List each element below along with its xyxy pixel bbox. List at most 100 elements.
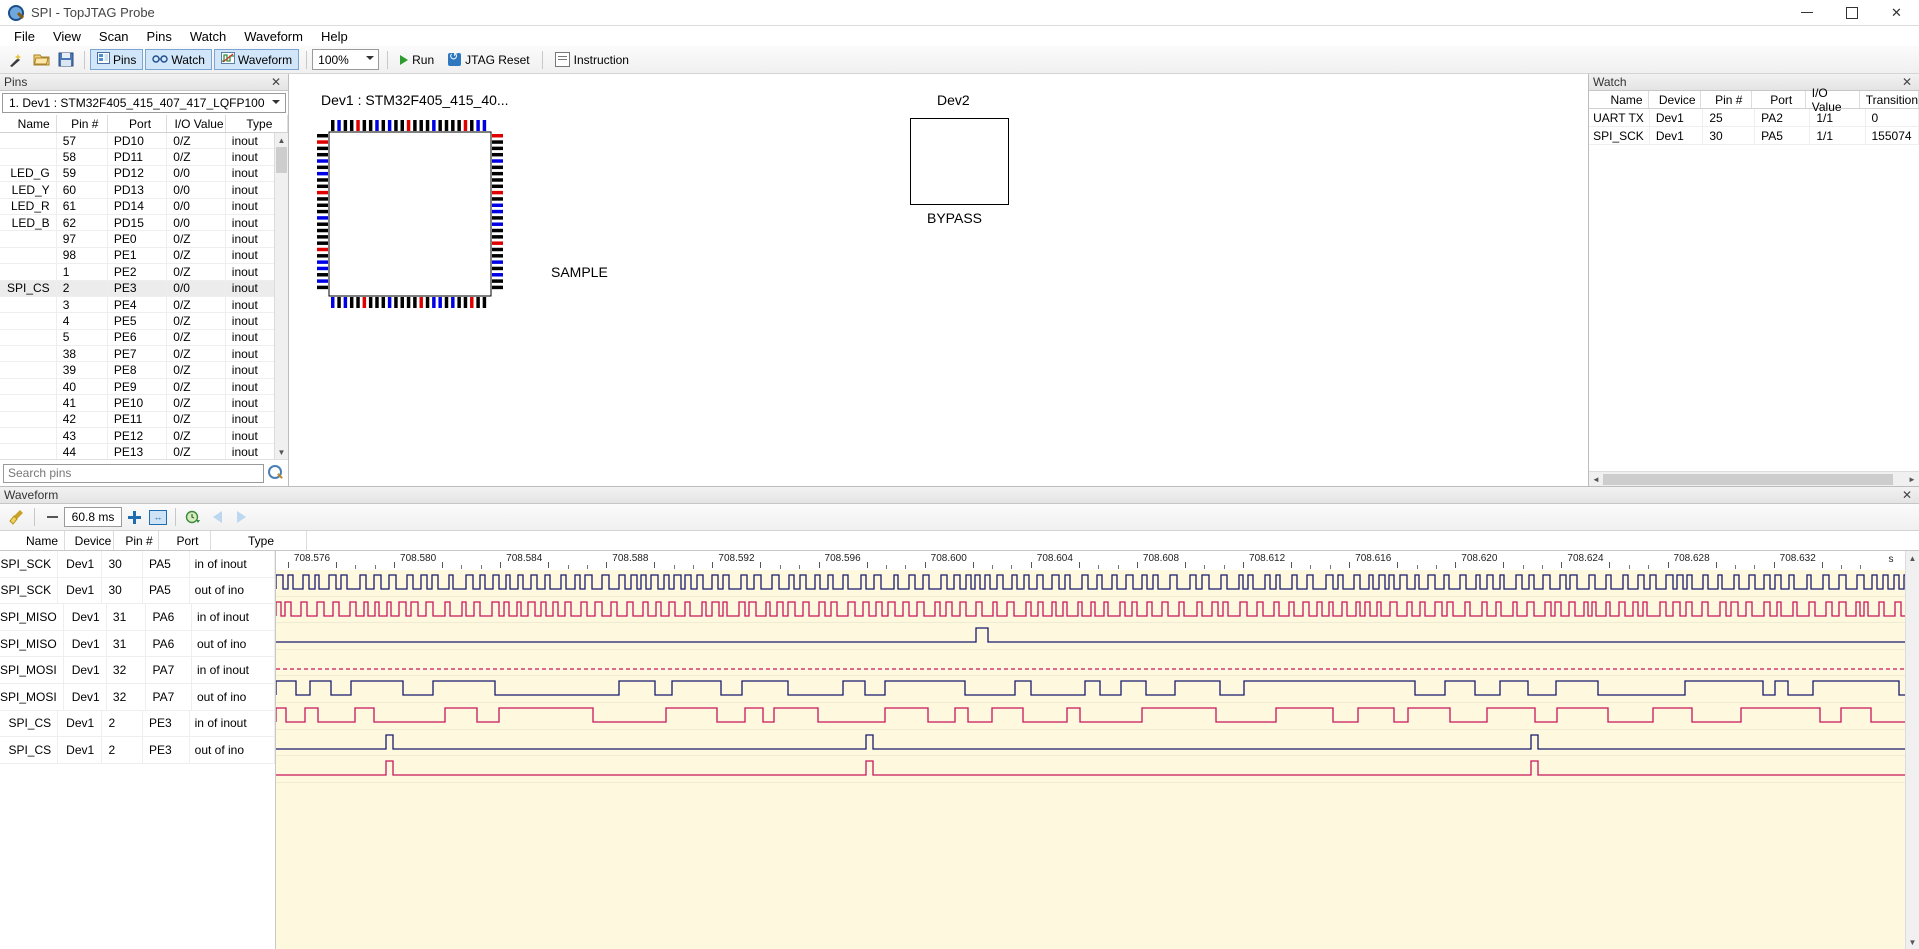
waveform-close-icon[interactable]: ✕ xyxy=(1899,488,1915,502)
table-row[interactable]: 38PE70/Zinout xyxy=(0,346,288,362)
search-input[interactable]: Search pins xyxy=(3,464,264,483)
menu-view[interactable]: View xyxy=(44,27,90,46)
watch-col-name[interactable]: Name xyxy=(1589,91,1649,108)
wave-col-type[interactable]: Type xyxy=(211,531,307,550)
watch-scroll-track[interactable] xyxy=(1603,473,1905,486)
scroll-up-icon[interactable]: ▲ xyxy=(275,133,288,147)
maximize-button[interactable] xyxy=(1829,0,1874,25)
device-canvas[interactable]: Dev1 : STM32F405_415_40... SAMPLE Dev2 B… xyxy=(289,74,1589,486)
table-row[interactable]: 41PE100/Zinout xyxy=(0,395,288,411)
signal-row[interactable] xyxy=(276,676,1905,703)
table-row[interactable]: 39PE80/Zinout xyxy=(0,362,288,378)
table-row[interactable]: LED_Y60PD130/0inout xyxy=(0,182,288,198)
jtag-reset-button[interactable]: JTAG Reset xyxy=(441,50,536,70)
pins-vertical-scrollbar[interactable]: ▲ ▼ xyxy=(274,133,288,459)
table-row[interactable]: SPI_CS2PE30/0inout xyxy=(0,281,288,297)
table-row[interactable]: LED_B62PD150/0inout xyxy=(0,215,288,231)
fit-width-button[interactable]: ↔ xyxy=(146,506,170,528)
pins-col-type[interactable]: Type xyxy=(226,115,288,132)
signal-row[interactable] xyxy=(276,730,1905,757)
scroll-right-icon[interactable]: ► xyxy=(1905,473,1919,486)
time-ruler[interactable]: 708.576708.580708.584708.588708.592708.5… xyxy=(276,551,1905,571)
scroll-down-icon[interactable]: ▼ xyxy=(1906,935,1919,949)
menu-pins[interactable]: Pins xyxy=(138,27,181,46)
menu-watch[interactable]: Watch xyxy=(181,27,235,46)
scroll-thumb[interactable] xyxy=(1603,474,1893,485)
pins-col-io[interactable]: I/O Value xyxy=(167,115,226,132)
table-row[interactable]: 42PE110/Zinout xyxy=(0,412,288,428)
pins-col-port[interactable]: Port xyxy=(108,115,167,132)
scroll-down-icon[interactable]: ▼ xyxy=(275,445,288,459)
watch-col-device[interactable]: Device xyxy=(1649,91,1701,108)
broom-icon[interactable] xyxy=(5,506,29,528)
table-row[interactable]: LED_R61PD140/0inout xyxy=(0,199,288,215)
signal-row[interactable] xyxy=(276,650,1905,677)
pins-col-name[interactable]: Name xyxy=(0,115,57,132)
search-icon[interactable] xyxy=(266,464,285,483)
watch-col-io[interactable]: I/O Value xyxy=(1806,91,1860,108)
scroll-thumb[interactable] xyxy=(276,147,287,173)
watch-col-transition[interactable]: Transition xyxy=(1860,91,1919,108)
table-row[interactable]: SPI_SCKDev130PA5out of ino xyxy=(0,578,275,605)
scroll-left-icon[interactable]: ◄ xyxy=(1589,473,1603,486)
wave-col-port[interactable]: Port xyxy=(159,531,211,550)
table-row[interactable]: 3PE40/Zinout xyxy=(0,297,288,313)
save-icon[interactable] xyxy=(54,48,78,71)
table-row[interactable]: 97PE00/Zinout xyxy=(0,231,288,247)
watch-horizontal-scrollbar[interactable]: ◄ ► xyxy=(1589,471,1919,486)
menu-help[interactable]: Help xyxy=(312,27,357,46)
instruction-button[interactable]: Instruction xyxy=(548,50,636,70)
table-row[interactable]: LED_G59PD120/0inout xyxy=(0,166,288,182)
run-button[interactable]: Run xyxy=(393,50,441,70)
table-row[interactable]: SPI_CSDev12PE3in of inout xyxy=(0,711,275,738)
wave-col-device[interactable]: Device xyxy=(65,531,114,550)
signal-row[interactable] xyxy=(276,570,1905,597)
watch-close-icon[interactable]: ✕ xyxy=(1899,75,1915,89)
menu-file[interactable]: File xyxy=(5,27,44,46)
waveform-plot[interactable]: 708.576708.580708.584708.588708.592708.5… xyxy=(276,551,1905,949)
table-row[interactable]: SPI_SCKDev130PA51/1155074 xyxy=(1589,127,1919,145)
table-row[interactable]: SPI_MOSIDev132PA7in of inout xyxy=(0,657,275,684)
table-row[interactable]: UART TXDev125PA21/10 xyxy=(1589,109,1919,127)
pins-close-icon[interactable]: ✕ xyxy=(268,75,284,89)
next-transition-button[interactable] xyxy=(229,506,253,528)
timespan-field[interactable]: 60.8 ms xyxy=(64,507,122,527)
watch-col-pin[interactable]: Pin # xyxy=(1701,91,1752,108)
wave-col-pin[interactable]: Pin # xyxy=(114,531,159,550)
menu-scan[interactable]: Scan xyxy=(90,27,138,46)
table-row[interactable]: 43PE120/Zinout xyxy=(0,428,288,444)
close-button[interactable]: ✕ xyxy=(1874,0,1919,25)
zoom-out-button[interactable] xyxy=(40,506,64,528)
watch-col-port[interactable]: Port xyxy=(1752,91,1806,108)
minimize-button[interactable] xyxy=(1784,0,1829,25)
table-row[interactable]: SPI_MISODev131PA6in of inout xyxy=(0,604,275,631)
signal-row[interactable] xyxy=(276,597,1905,624)
table-row[interactable]: 57PD100/Zinout xyxy=(0,133,288,149)
table-row[interactable]: 4PE50/Zinout xyxy=(0,313,288,329)
table-row[interactable]: SPI_CSDev12PE3out of ino xyxy=(0,737,275,764)
signal-area[interactable] xyxy=(276,570,1905,949)
table-row[interactable]: 1PE20/Zinout xyxy=(0,264,288,280)
watch-toggle[interactable]: Watch xyxy=(145,49,212,70)
menu-waveform[interactable]: Waveform xyxy=(235,27,312,46)
trigger-button[interactable] xyxy=(181,506,205,528)
pins-col-pin[interactable]: Pin # xyxy=(57,115,108,132)
waveform-toggle[interactable]: Waveform xyxy=(214,49,299,70)
table-row[interactable]: SPI_SCKDev130PA5in of inout xyxy=(0,551,275,578)
waveform-vertical-scrollbar[interactable]: ▲ ▼ xyxy=(1905,551,1919,949)
table-row[interactable]: 98PE10/Zinout xyxy=(0,248,288,264)
signal-row[interactable] xyxy=(276,756,1905,783)
dev2-chip[interactable] xyxy=(910,118,1009,205)
table-row[interactable]: SPI_MISODev131PA6out of ino xyxy=(0,631,275,658)
table-row[interactable]: 44PE130/Zinout xyxy=(0,444,288,459)
signal-row[interactable] xyxy=(276,623,1905,650)
open-folder-icon[interactable] xyxy=(29,48,53,71)
signal-row[interactable] xyxy=(276,703,1905,730)
table-row[interactable]: SPI_MOSIDev132PA7out of ino xyxy=(0,684,275,711)
zoom-select[interactable]: 100% xyxy=(312,49,379,70)
pins-device-selector[interactable]: 1. Dev1 : STM32F405_415_407_417_LQFP100 xyxy=(2,93,286,113)
wave-scroll-track[interactable] xyxy=(1906,565,1919,935)
zoom-in-button[interactable] xyxy=(122,506,146,528)
wand-icon[interactable] xyxy=(4,48,28,71)
table-row[interactable]: 58PD110/Zinout xyxy=(0,149,288,165)
